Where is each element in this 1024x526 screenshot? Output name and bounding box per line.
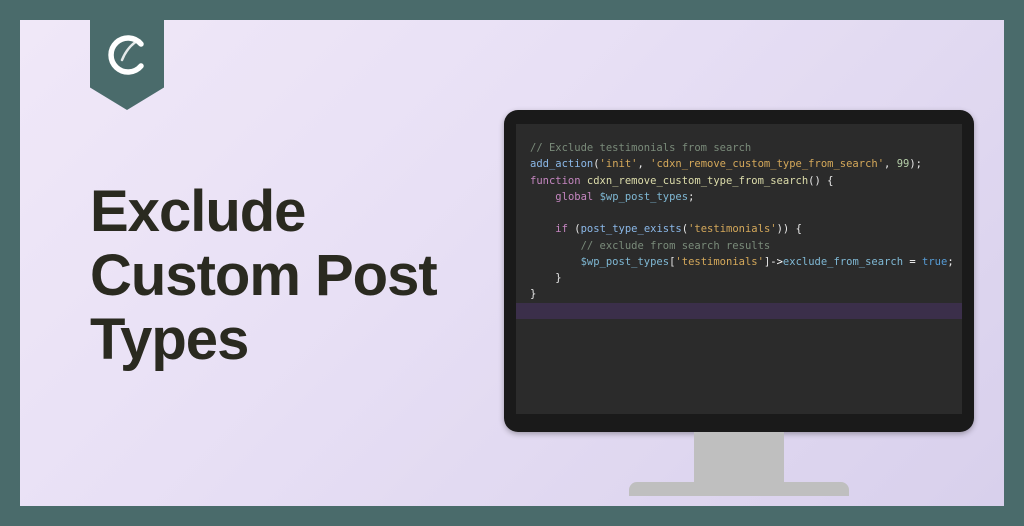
brand-badge (90, 20, 164, 110)
cursor-line (516, 303, 962, 319)
hero-card: Exclude Custom Post Types // Exclude tes… (20, 20, 1004, 506)
monitor-illustration: // Exclude testimonials from search add_… (504, 110, 974, 496)
code-comment: // Exclude testimonials from search (530, 140, 952, 156)
monitor-base (629, 482, 849, 496)
code-line: if (post_type_exists('testimonials')) { (530, 221, 952, 237)
code-line: } (530, 270, 952, 286)
code-line: global $wp_post_types; (530, 189, 952, 205)
code-line: add_action('init', 'cdxn_remove_custom_t… (530, 156, 952, 172)
code-line: $wp_post_types['testimonials']->exclude_… (530, 254, 952, 270)
code-screen: // Exclude testimonials from search add_… (516, 124, 962, 414)
code-line: function cdxn_remove_custom_type_from_se… (530, 173, 952, 189)
monitor-stand (694, 432, 784, 482)
code-comment: // exclude from search results (530, 238, 952, 254)
logo-c-icon (102, 30, 152, 85)
page-title: Exclude Custom Post Types (90, 180, 470, 371)
code-line: } (530, 286, 952, 302)
monitor-frame: // Exclude testimonials from search add_… (504, 110, 974, 432)
code-blank (530, 205, 952, 221)
